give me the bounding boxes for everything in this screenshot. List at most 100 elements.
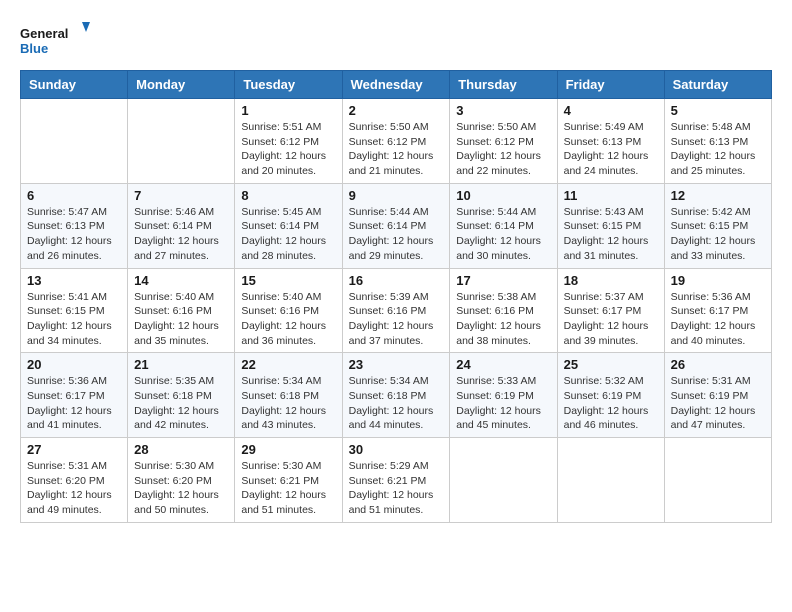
calendar-cell: 25 Sunrise: 5:32 AM Sunset: 6:19 PM Dayli… <box>557 353 664 438</box>
day-number: 11 <box>564 188 658 203</box>
day-number: 6 <box>27 188 121 203</box>
day-info: Sunrise: 5:37 AM Sunset: 6:17 PM Dayligh… <box>564 290 658 349</box>
day-number: 14 <box>134 273 228 288</box>
day-info: Sunrise: 5:35 AM Sunset: 6:18 PM Dayligh… <box>134 374 228 433</box>
calendar-cell <box>664 438 771 523</box>
logo: General Blue <box>20 20 90 60</box>
calendar-cell: 21 Sunrise: 5:35 AM Sunset: 6:18 PM Dayli… <box>128 353 235 438</box>
day-info: Sunrise: 5:30 AM Sunset: 6:20 PM Dayligh… <box>134 459 228 518</box>
svg-text:General: General <box>20 26 68 41</box>
day-number: 9 <box>349 188 444 203</box>
weekday-header-wednesday: Wednesday <box>342 71 450 99</box>
day-info: Sunrise: 5:39 AM Sunset: 6:16 PM Dayligh… <box>349 290 444 349</box>
calendar-cell: 20 Sunrise: 5:36 AM Sunset: 6:17 PM Dayli… <box>21 353 128 438</box>
calendar-cell: 24 Sunrise: 5:33 AM Sunset: 6:19 PM Dayli… <box>450 353 557 438</box>
day-info: Sunrise: 5:46 AM Sunset: 6:14 PM Dayligh… <box>134 205 228 264</box>
day-info: Sunrise: 5:45 AM Sunset: 6:14 PM Dayligh… <box>241 205 335 264</box>
calendar-cell: 18 Sunrise: 5:37 AM Sunset: 6:17 PM Dayli… <box>557 268 664 353</box>
day-number: 2 <box>349 103 444 118</box>
day-number: 23 <box>349 357 444 372</box>
day-number: 4 <box>564 103 658 118</box>
day-info: Sunrise: 5:29 AM Sunset: 6:21 PM Dayligh… <box>349 459 444 518</box>
day-number: 1 <box>241 103 335 118</box>
day-info: Sunrise: 5:48 AM Sunset: 6:13 PM Dayligh… <box>671 120 765 179</box>
calendar-cell: 26Sunrise: 5:31 AM Sunset: 6:19 PM Dayli… <box>664 353 771 438</box>
svg-text:Blue: Blue <box>20 41 48 56</box>
weekday-header-tuesday: Tuesday <box>235 71 342 99</box>
calendar-cell: 17Sunrise: 5:38 AM Sunset: 6:16 PM Dayli… <box>450 268 557 353</box>
day-info: Sunrise: 5:36 AM Sunset: 6:17 PM Dayligh… <box>671 290 765 349</box>
day-info: Sunrise: 5:49 AM Sunset: 6:13 PM Dayligh… <box>564 120 658 179</box>
calendar-cell: 5 Sunrise: 5:48 AM Sunset: 6:13 PM Daylig… <box>664 99 771 184</box>
day-number: 21 <box>134 357 228 372</box>
calendar-cell: 2 Sunrise: 5:50 AM Sunset: 6:12 PM Daylig… <box>342 99 450 184</box>
day-info: Sunrise: 5:44 AM Sunset: 6:14 PM Dayligh… <box>456 205 550 264</box>
day-info: Sunrise: 5:31 AM Sunset: 6:19 PM Dayligh… <box>671 374 765 433</box>
day-number: 8 <box>241 188 335 203</box>
calendar-cell <box>557 438 664 523</box>
calendar-cell: 29Sunrise: 5:30 AM Sunset: 6:21 PM Dayli… <box>235 438 342 523</box>
day-number: 20 <box>27 357 121 372</box>
calendar-cell: 30 Sunrise: 5:29 AM Sunset: 6:21 PM Dayli… <box>342 438 450 523</box>
day-number: 15 <box>241 273 335 288</box>
day-info: Sunrise: 5:33 AM Sunset: 6:19 PM Dayligh… <box>456 374 550 433</box>
weekday-header-friday: Friday <box>557 71 664 99</box>
weekday-header-saturday: Saturday <box>664 71 771 99</box>
day-info: Sunrise: 5:32 AM Sunset: 6:19 PM Dayligh… <box>564 374 658 433</box>
calendar-cell: 13Sunrise: 5:41 AM Sunset: 6:15 PM Dayli… <box>21 268 128 353</box>
day-info: Sunrise: 5:44 AM Sunset: 6:14 PM Dayligh… <box>349 205 444 264</box>
day-number: 5 <box>671 103 765 118</box>
calendar-cell: 1 Sunrise: 5:51 AM Sunset: 6:12 PM Daylig… <box>235 99 342 184</box>
calendar-week-4: 20 Sunrise: 5:36 AM Sunset: 6:17 PM Dayli… <box>21 353 772 438</box>
calendar-cell <box>21 99 128 184</box>
day-info: Sunrise: 5:31 AM Sunset: 6:20 PM Dayligh… <box>27 459 121 518</box>
day-info: Sunrise: 5:47 AM Sunset: 6:13 PM Dayligh… <box>27 205 121 264</box>
day-info: Sunrise: 5:51 AM Sunset: 6:12 PM Dayligh… <box>241 120 335 179</box>
logo-svg: General Blue <box>20 20 90 60</box>
day-number: 24 <box>456 357 550 372</box>
day-number: 30 <box>349 442 444 457</box>
day-info: Sunrise: 5:41 AM Sunset: 6:15 PM Dayligh… <box>27 290 121 349</box>
day-info: Sunrise: 5:40 AM Sunset: 6:16 PM Dayligh… <box>241 290 335 349</box>
calendar-cell: 15 Sunrise: 5:40 AM Sunset: 6:16 PM Dayli… <box>235 268 342 353</box>
day-number: 10 <box>456 188 550 203</box>
calendar-cell: 7 Sunrise: 5:46 AM Sunset: 6:14 PM Daylig… <box>128 183 235 268</box>
day-number: 12 <box>671 188 765 203</box>
day-number: 7 <box>134 188 228 203</box>
day-number: 27 <box>27 442 121 457</box>
header: General Blue <box>20 20 772 60</box>
day-info: Sunrise: 5:42 AM Sunset: 6:15 PM Dayligh… <box>671 205 765 264</box>
day-info: Sunrise: 5:43 AM Sunset: 6:15 PM Dayligh… <box>564 205 658 264</box>
day-info: Sunrise: 5:36 AM Sunset: 6:17 PM Dayligh… <box>27 374 121 433</box>
calendar-cell: 3Sunrise: 5:50 AM Sunset: 6:12 PM Daylig… <box>450 99 557 184</box>
day-info: Sunrise: 5:50 AM Sunset: 6:12 PM Dayligh… <box>349 120 444 179</box>
day-info: Sunrise: 5:34 AM Sunset: 6:18 PM Dayligh… <box>349 374 444 433</box>
day-number: 28 <box>134 442 228 457</box>
day-number: 19 <box>671 273 765 288</box>
calendar-cell: 9 Sunrise: 5:44 AM Sunset: 6:14 PM Daylig… <box>342 183 450 268</box>
calendar-cell: 22Sunrise: 5:34 AM Sunset: 6:18 PM Dayli… <box>235 353 342 438</box>
calendar-cell <box>128 99 235 184</box>
calendar-cell: 23 Sunrise: 5:34 AM Sunset: 6:18 PM Dayli… <box>342 353 450 438</box>
calendar-cell: 11 Sunrise: 5:43 AM Sunset: 6:15 PM Dayli… <box>557 183 664 268</box>
day-number: 22 <box>241 357 335 372</box>
calendar-week-3: 13Sunrise: 5:41 AM Sunset: 6:15 PM Dayli… <box>21 268 772 353</box>
calendar-cell: 28 Sunrise: 5:30 AM Sunset: 6:20 PM Dayli… <box>128 438 235 523</box>
calendar-table: SundayMondayTuesdayWednesdayThursdayFrid… <box>20 70 772 523</box>
calendar-cell: 27 Sunrise: 5:31 AM Sunset: 6:20 PM Dayli… <box>21 438 128 523</box>
calendar-cell <box>450 438 557 523</box>
calendar-cell: 4 Sunrise: 5:49 AM Sunset: 6:13 PM Daylig… <box>557 99 664 184</box>
day-info: Sunrise: 5:40 AM Sunset: 6:16 PM Dayligh… <box>134 290 228 349</box>
day-info: Sunrise: 5:30 AM Sunset: 6:21 PM Dayligh… <box>241 459 335 518</box>
calendar-cell: 10 Sunrise: 5:44 AM Sunset: 6:14 PM Dayli… <box>450 183 557 268</box>
calendar-week-5: 27 Sunrise: 5:31 AM Sunset: 6:20 PM Dayli… <box>21 438 772 523</box>
calendar-cell: 12 Sunrise: 5:42 AM Sunset: 6:15 PM Dayli… <box>664 183 771 268</box>
day-number: 3 <box>456 103 550 118</box>
calendar-cell: 14 Sunrise: 5:40 AM Sunset: 6:16 PM Dayli… <box>128 268 235 353</box>
weekday-header-thursday: Thursday <box>450 71 557 99</box>
weekday-header-monday: Monday <box>128 71 235 99</box>
day-number: 25 <box>564 357 658 372</box>
calendar-cell: 6 Sunrise: 5:47 AM Sunset: 6:13 PM Daylig… <box>21 183 128 268</box>
calendar-cell: 8 Sunrise: 5:45 AM Sunset: 6:14 PM Daylig… <box>235 183 342 268</box>
day-number: 18 <box>564 273 658 288</box>
